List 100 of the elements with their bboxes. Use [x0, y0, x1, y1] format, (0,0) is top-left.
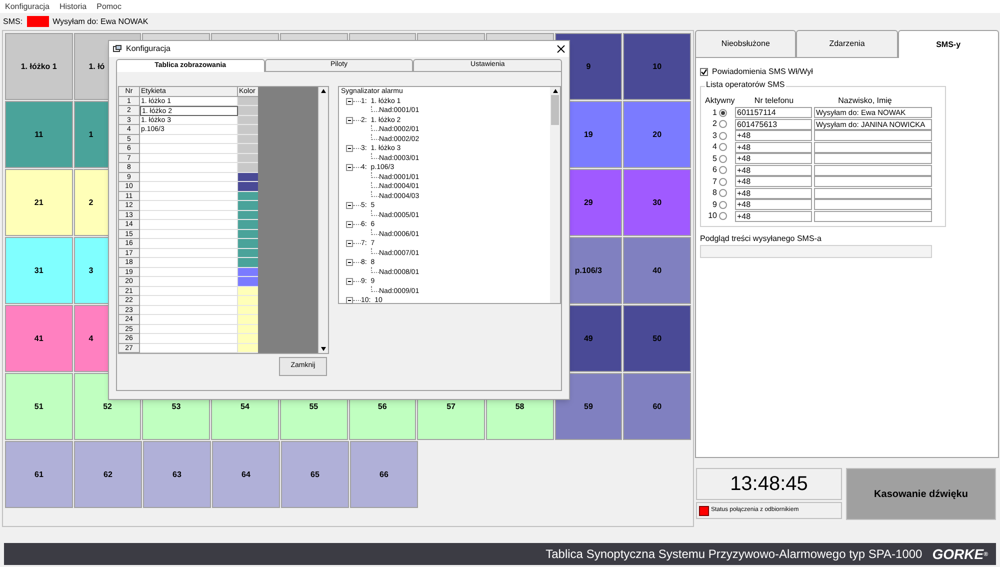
radio-button[interactable] — [719, 200, 727, 209]
label-cell[interactable] — [140, 277, 238, 286]
radio-button[interactable] — [719, 154, 727, 163]
phone-field[interactable]: 601157114 — [735, 107, 812, 118]
radio-button[interactable] — [719, 212, 727, 220]
tile[interactable]: 60 — [623, 373, 692, 440]
color-cell[interactable] — [238, 315, 258, 324]
tab[interactable]: Zdarzenia — [796, 30, 898, 58]
name-field[interactable] — [814, 164, 932, 176]
phone-field[interactable]: +48 — [735, 164, 812, 176]
collapse-icon[interactable] — [346, 98, 353, 105]
color-cell[interactable] — [238, 277, 258, 286]
color-cell[interactable] — [238, 125, 258, 134]
phone-field[interactable]: 601475613 — [735, 118, 812, 130]
radio-button[interactable] — [719, 132, 727, 140]
label-cell[interactable] — [140, 201, 238, 210]
label-cell[interactable] — [140, 192, 238, 201]
label-cell[interactable] — [140, 268, 238, 277]
tile[interactable]: 1. łóżko 1 — [5, 33, 73, 100]
color-cell[interactable] — [238, 201, 258, 210]
tab[interactable]: SMS-y — [898, 30, 999, 58]
tile[interactable]: 41 — [5, 305, 73, 372]
collapse-icon[interactable] — [346, 297, 353, 304]
label-cell[interactable] — [140, 182, 238, 192]
label-cell[interactable] — [140, 172, 238, 182]
label-cell[interactable] — [140, 220, 238, 230]
scrollbar[interactable] — [318, 87, 328, 353]
label-cell[interactable] — [140, 163, 238, 172]
preview-field[interactable] — [700, 245, 932, 258]
scroll-up-icon[interactable] — [321, 89, 326, 93]
name-field[interactable] — [814, 188, 932, 199]
tile[interactable]: 59 — [554, 373, 622, 440]
scrollbar[interactable] — [550, 87, 560, 303]
color-cell[interactable] — [238, 296, 258, 306]
phone-field[interactable]: +48 — [735, 142, 812, 153]
radio-button[interactable] — [719, 178, 727, 186]
name-field[interactable] — [814, 176, 932, 188]
collapse-icon[interactable] — [346, 164, 353, 172]
label-cell[interactable] — [140, 144, 238, 154]
color-cell[interactable] — [238, 220, 258, 230]
checkbox[interactable] — [700, 68, 708, 76]
label-cell[interactable] — [140, 306, 238, 315]
scroll-thumb[interactable] — [551, 95, 559, 125]
menu-item[interactable]: Historia — [59, 0, 87, 12]
color-cell[interactable] — [238, 239, 258, 248]
name-field[interactable] — [814, 210, 932, 222]
close-icon[interactable] — [557, 45, 565, 53]
phone-field[interactable]: +48 — [735, 176, 812, 188]
color-cell[interactable] — [238, 106, 258, 116]
tile[interactable]: 65 — [281, 441, 349, 508]
label-cell[interactable] — [140, 248, 238, 258]
scroll-down-icon[interactable] — [321, 347, 326, 351]
radio-button[interactable] — [719, 108, 727, 117]
color-cell[interactable] — [238, 258, 258, 268]
label-cell[interactable] — [140, 154, 238, 163]
tile[interactable]: 66 — [350, 441, 418, 508]
color-cell[interactable] — [238, 334, 258, 344]
tab[interactable]: Nieobsłużone — [695, 30, 796, 58]
label-cell[interactable] — [140, 230, 238, 239]
phone-field[interactable]: +48 — [735, 199, 812, 210]
radio-button[interactable] — [719, 143, 727, 152]
label-cell[interactable] — [140, 286, 238, 296]
menu-item[interactable]: Konfiguracja — [5, 0, 50, 12]
label-cell[interactable] — [140, 134, 238, 144]
tile[interactable]: 31 — [5, 237, 73, 304]
tile[interactable]: 51 — [5, 373, 73, 440]
color-cell[interactable] — [238, 163, 258, 172]
reset-sound-button[interactable]: Kasowanie dźwięku — [846, 468, 996, 520]
radio-button[interactable] — [719, 166, 727, 174]
label-cell[interactable] — [140, 324, 238, 334]
name-field[interactable] — [814, 142, 932, 153]
collapse-icon[interactable] — [346, 116, 353, 124]
label-cell[interactable] — [140, 258, 238, 268]
phone-field[interactable]: +48 — [735, 188, 812, 199]
phone-field[interactable]: +48 — [735, 130, 812, 142]
phone-field[interactable]: +48 — [735, 210, 812, 222]
tile[interactable]: 40 — [623, 237, 691, 304]
collapse-icon[interactable] — [346, 278, 353, 286]
label-cell[interactable] — [140, 296, 238, 306]
menu-item[interactable]: Pomoc — [96, 0, 122, 12]
label-cell[interactable] — [140, 210, 238, 220]
label-cell[interactable] — [140, 315, 238, 324]
tile[interactable]: 62 — [74, 441, 142, 508]
tile[interactable]: 61 — [5, 441, 73, 508]
name-field[interactable] — [814, 153, 932, 164]
label-cell[interactable] — [140, 344, 238, 353]
radio-button[interactable] — [719, 120, 727, 128]
tile[interactable]: 64 — [212, 441, 280, 508]
tile[interactable]: 63 — [143, 441, 211, 508]
tile[interactable]: 11 — [5, 101, 73, 168]
collapse-icon[interactable] — [346, 240, 353, 248]
name-field[interactable] — [814, 199, 932, 210]
collapse-icon[interactable] — [346, 145, 353, 152]
scroll-up-icon[interactable] — [552, 89, 558, 93]
name-field[interactable] — [814, 130, 932, 142]
collapse-icon[interactable] — [346, 221, 353, 228]
collapse-icon[interactable] — [346, 202, 353, 210]
phone-field[interactable]: +48 — [735, 153, 812, 164]
color-cell[interactable] — [238, 182, 258, 192]
label-cell[interactable] — [140, 239, 238, 248]
